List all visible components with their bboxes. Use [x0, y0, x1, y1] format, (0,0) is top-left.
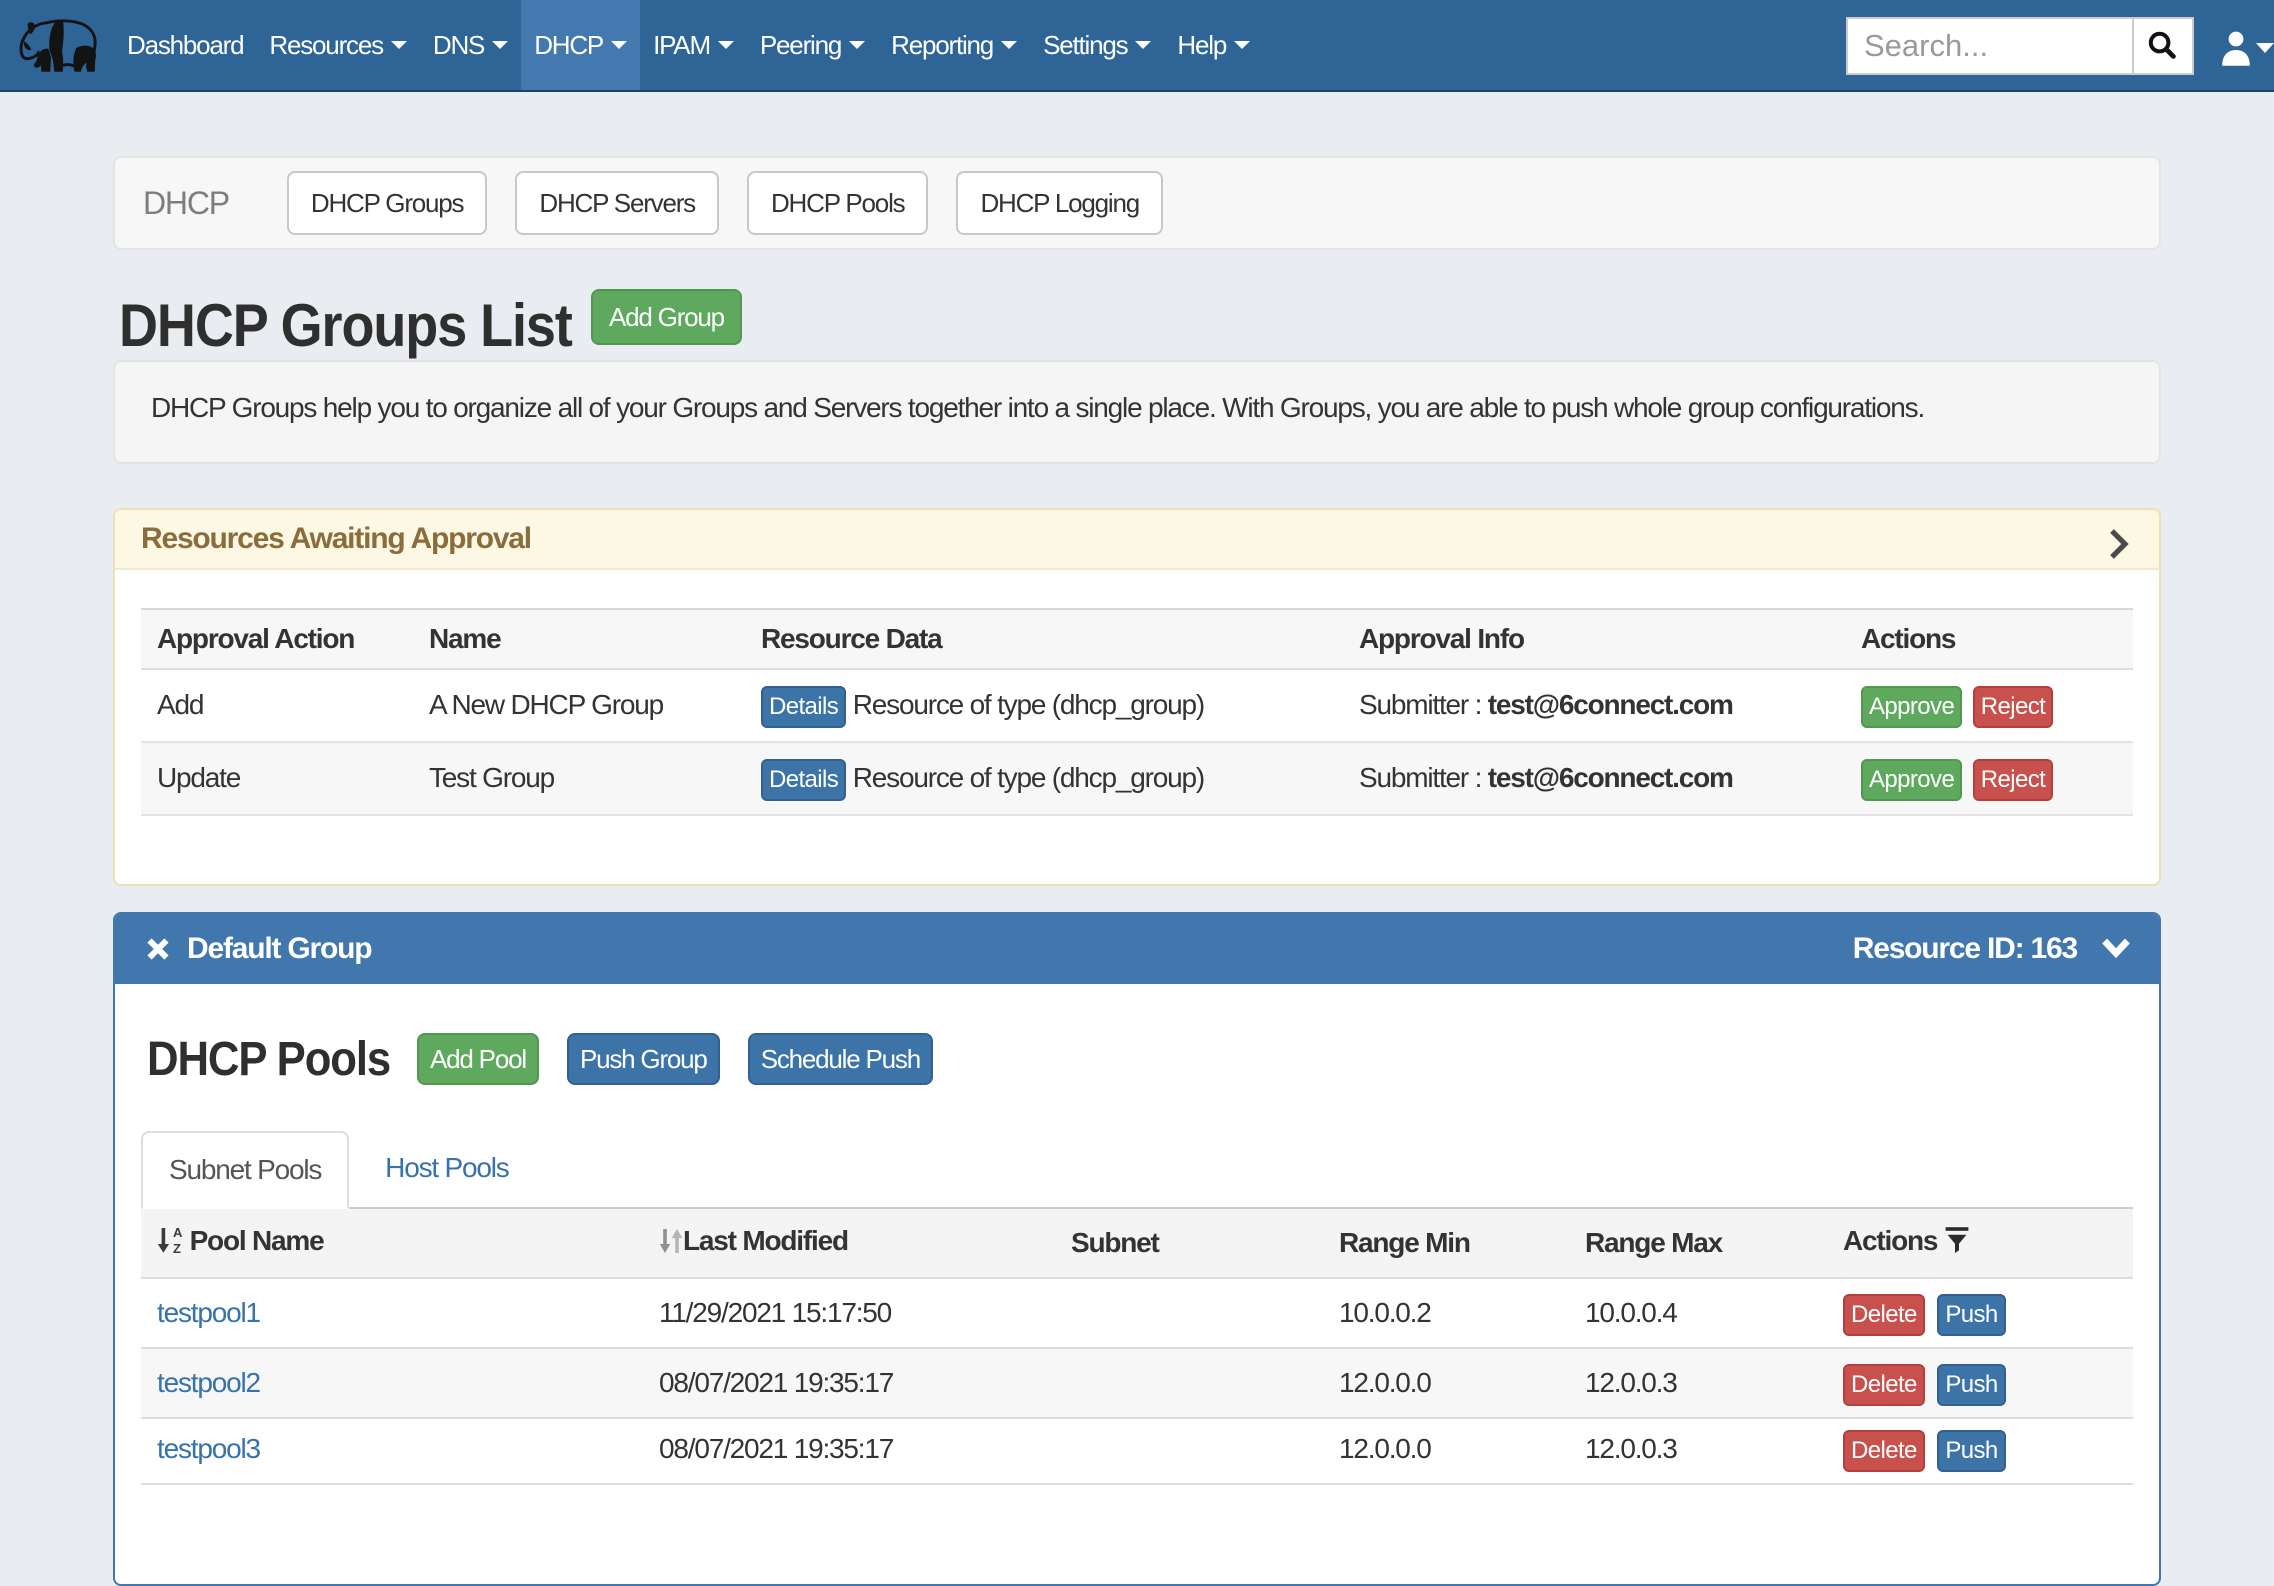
- svg-text:Z: Z: [173, 1241, 181, 1254]
- svg-text:A: A: [173, 1226, 183, 1240]
